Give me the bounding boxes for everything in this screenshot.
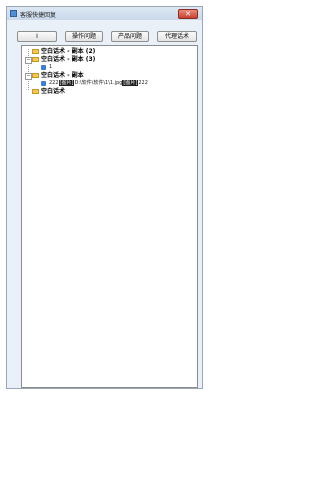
toolbar-button-agent-script[interactable]: 代理话术 [157,31,197,42]
collapse-icon[interactable]: − [25,57,32,64]
toolbar-button-1[interactable]: I [17,31,57,42]
tree-node[interactable]: 空白话术 - 副本 (2) [22,48,192,55]
quick-reply-window: 客服快捷回复 ✕ I 操作问题 产品问题 代理话术 空白话术 - 副本 (2) … [6,6,203,389]
tree-node-label: 空白话术 - 副本 (3) [41,56,96,63]
tree-node[interactable]: − 空白话术 - 副本 [22,72,192,80]
tree-node-label: 空白话术 - 副本 [41,72,84,79]
tree-node-label: 空白话术 - 副本 (2) [41,48,96,55]
folder-icon [32,89,39,94]
tree-leaf[interactable]: 1 [22,64,192,71]
folder-icon [32,57,39,62]
reply-icon [41,65,46,70]
window-title: 客服快捷回复 [20,12,57,19]
folder-icon [32,49,39,54]
tree-leaf-label: 222[图片]D:\软件\软件\1\1.jpg[图片]222 [49,80,148,86]
title-bar[interactable]: 客服快捷回复 ✕ [7,7,202,20]
reply-icon [41,81,46,86]
script-tree-panel[interactable]: 空白话术 - 副本 (2) − 空白话术 - 副本 (3) 1 − 空白话术 -… [21,45,198,388]
toolbar-button-operation[interactable]: 操作问题 [65,31,103,42]
tree-leaf[interactable]: 222[图片]D:\软件\软件\1\1.jpg[图片]222 [22,80,192,87]
tree-node-label: 空白话术 [41,88,66,95]
toolbar-button-product[interactable]: 产品问题 [111,31,149,42]
app-icon [10,10,17,17]
collapse-icon[interactable]: − [25,73,32,80]
tree-leaf-label: 1 [49,64,53,70]
tree-node[interactable]: − 空白话术 - 副本 (3) [22,56,192,64]
tree-node[interactable]: 空白话术 [22,88,192,95]
close-button[interactable]: ✕ [178,9,198,19]
folder-icon [32,73,39,78]
